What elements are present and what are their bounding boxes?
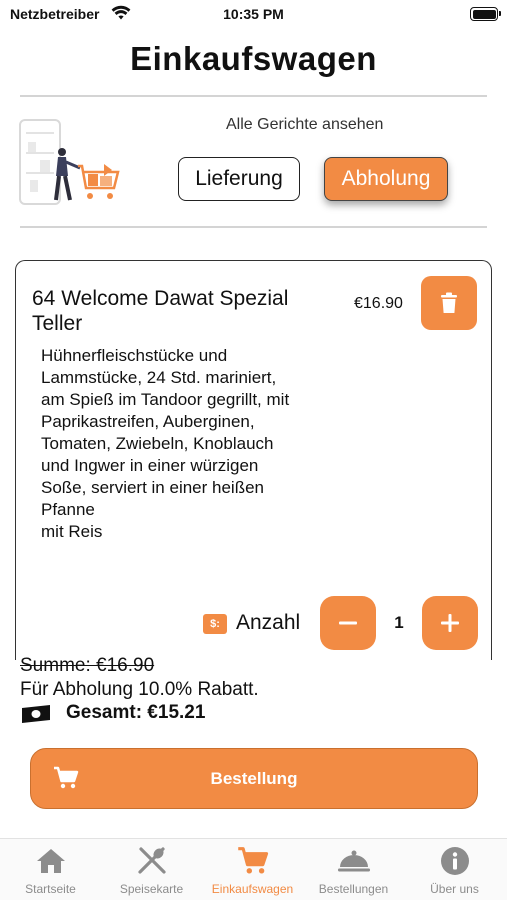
trash-icon <box>441 292 457 313</box>
quantity-label: Anzahl <box>236 611 301 634</box>
battery-icon <box>470 7 501 21</box>
tab-ueber-uns[interactable]: Über uns <box>404 839 505 900</box>
status-bar: Netzbetreiber 10:35 PM <box>0 0 507 28</box>
quantity-value: 1 <box>394 613 404 632</box>
tab-label: Über uns <box>430 882 479 896</box>
place-order-button[interactable]: Bestellung <box>30 748 478 809</box>
tab-label: Bestellungen <box>318 882 389 896</box>
money-icon <box>22 705 50 723</box>
plus-icon <box>441 614 459 632</box>
tab-label: Speisekarte <box>119 882 184 896</box>
increase-quantity-button[interactable] <box>422 596 478 650</box>
tab-startseite[interactable]: Startseite <box>0 839 101 900</box>
item-name: 64 Welcome Dawat Spezial Teller <box>32 287 289 335</box>
tab-einkaufswagen[interactable]: Einkaufswagen <box>202 839 303 900</box>
decrease-quantity-button[interactable] <box>320 596 376 650</box>
place-order-label: Bestellung <box>210 768 298 788</box>
item-price: €16.90 <box>354 295 403 312</box>
tab-bestellungen[interactable]: Bestellungen <box>303 839 404 900</box>
cart-icon <box>237 847 268 874</box>
shopping-illustration-icon <box>19 119 120 205</box>
pickup-button[interactable]: Abholung <box>324 157 448 201</box>
delivery-button[interactable]: Lieferung <box>178 157 300 201</box>
page-title: Einkaufswagen <box>130 40 377 77</box>
cloche-icon <box>337 850 370 872</box>
divider <box>20 226 487 228</box>
minus-icon <box>339 621 357 625</box>
delete-item-button[interactable] <box>421 276 477 330</box>
status-time: 10:35 PM <box>223 6 284 22</box>
fork-spoon-icon <box>137 847 166 874</box>
home-icon <box>36 849 65 873</box>
quantity-price-icon: $: <box>203 614 227 634</box>
info-icon <box>440 847 469 875</box>
tab-bar: Startseite Speisekarte Einkaufswagen Bes… <box>0 838 507 900</box>
grand-total: Gesamt: €15.21 <box>66 702 206 723</box>
subtotal: Summe: €16.90 <box>20 655 155 676</box>
cart-icon <box>54 766 79 789</box>
tab-label: Startseite <box>25 882 76 896</box>
pickup-discount-note: Für Abholung 10.0% Rabatt. <box>20 679 259 700</box>
cart-item-card: 64 Welcome Dawat Spezial Teller €16.90 H… <box>15 260 492 660</box>
tab-label: Einkaufswagen <box>211 882 294 896</box>
item-description: Hühnerfleischstücke und Lammstücke, 24 S… <box>41 346 290 541</box>
divider <box>20 95 487 97</box>
see-all-dishes-link[interactable]: Alle Gerichte ansehen <box>226 116 383 134</box>
tab-speisekarte[interactable]: Speisekarte <box>101 839 202 900</box>
